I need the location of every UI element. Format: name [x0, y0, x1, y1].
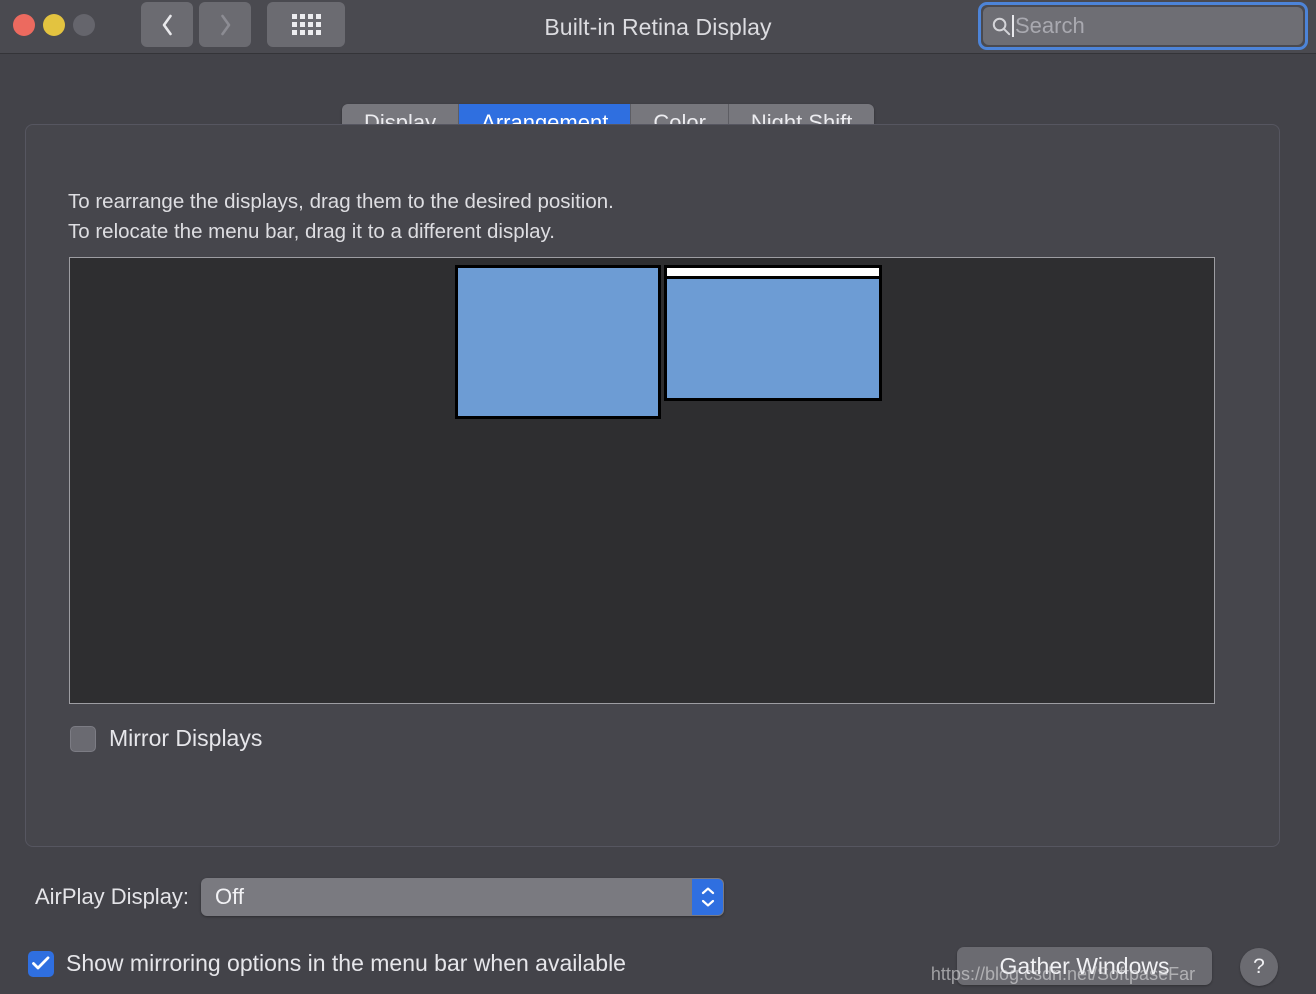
search-placeholder: Search: [1015, 13, 1085, 38]
checkmark-icon: [32, 955, 50, 969]
stepper-arrows-icon[interactable]: [692, 879, 724, 915]
airplay-display-label: AirPlay Display:: [35, 884, 190, 909]
show-mirroring-options-row[interactable]: Show mirroring options in the menu bar w…: [28, 950, 626, 977]
menu-bar-drag-handle[interactable]: [667, 268, 879, 279]
mirror-displays-row[interactable]: Mirror Displays: [70, 725, 262, 752]
mirror-displays-label: Mirror Displays: [109, 725, 263, 751]
search-field-focus-ring: Search: [978, 2, 1308, 50]
airplay-display-value: Off: [215, 884, 244, 909]
displays-preferences-window: Built-in Retina Display Search Display A…: [0, 0, 1316, 994]
arrangement-panel: To rearrange the displays, drag them to …: [25, 124, 1280, 847]
airplay-display-select[interactable]: Off: [201, 878, 725, 916]
airplay-display-row: AirPlay Display: Off: [35, 878, 725, 916]
gather-windows-button[interactable]: Gather Windows: [957, 947, 1212, 985]
mirror-displays-checkbox[interactable]: [70, 725, 96, 752]
search-icon: [992, 17, 1011, 35]
show-mirroring-options-checkbox[interactable]: [28, 950, 54, 977]
instruction-line-1: To rearrange the displays, drag them to …: [68, 190, 614, 213]
help-button[interactable]: ?: [1240, 948, 1278, 986]
display-thumbnail-left[interactable]: [455, 265, 661, 419]
text-cursor: [1012, 15, 1014, 37]
search-input[interactable]: Search: [983, 7, 1303, 45]
instruction-line-2: To relocate the menu bar, drag it to a d…: [68, 220, 555, 243]
display-thumbnail-right[interactable]: [664, 265, 882, 401]
show-mirroring-options-label: Show mirroring options in the menu bar w…: [66, 950, 626, 976]
display-arrangement-canvas[interactable]: [69, 257, 1215, 704]
title-bar: Built-in Retina Display Search: [0, 0, 1316, 54]
instructions-text: To rearrange the displays, drag them to …: [68, 187, 614, 247]
